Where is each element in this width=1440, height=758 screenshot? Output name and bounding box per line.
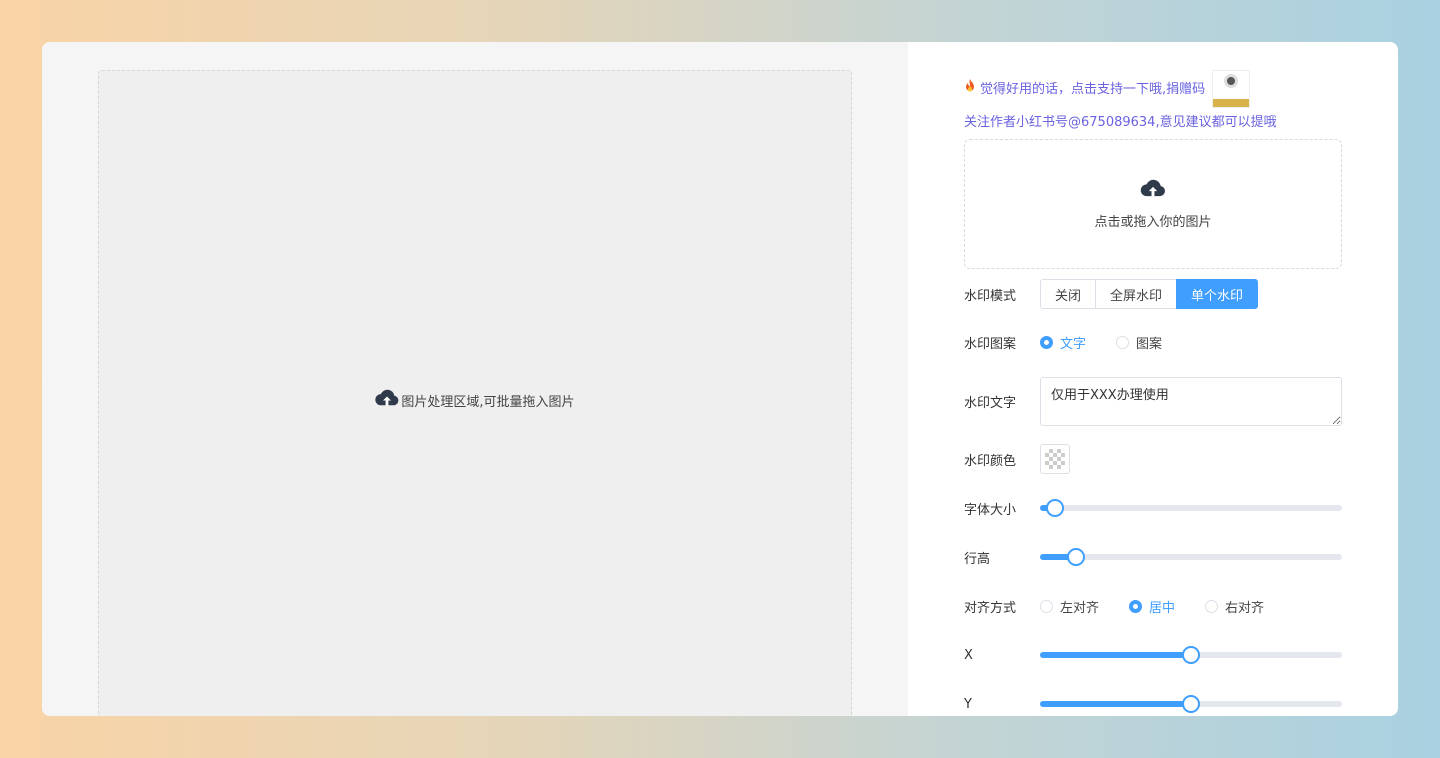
font-size-slider[interactable] [1040, 498, 1342, 518]
y-row: Y [964, 694, 1342, 714]
drop-hint-text: 图片处理区域,可批量拖入图片 [401, 394, 575, 410]
y-label: Y [964, 696, 972, 712]
donation-qr-code[interactable] [1212, 70, 1250, 108]
slider-thumb[interactable] [1067, 548, 1086, 566]
upload-dropzone[interactable]: 点击或拖入你的图片 [964, 139, 1342, 269]
slider-thumb[interactable] [1046, 499, 1065, 517]
radio-dot [1205, 600, 1219, 613]
watermark-text-input[interactable]: 仅用于XXX办理使用 [1040, 377, 1342, 426]
drop-hint: 图片处理区域,可批量拖入图片 [375, 388, 575, 412]
pattern-image-label: 图案 [1136, 337, 1163, 352]
align-label: 对齐方式 [964, 601, 1017, 616]
line-height-label: 行高 [964, 551, 991, 567]
mode-label: 水印模式 [964, 288, 1017, 304]
mode-single-button[interactable]: 单个水印 [1176, 279, 1259, 309]
fire-icon [964, 78, 976, 97]
donation-notice-text: 觉得好用的话，点击支持一下哦,捐赠码 [980, 82, 1206, 97]
cloud-upload-icon [375, 388, 399, 412]
pattern-radio-group: 文字 图案 [1040, 333, 1162, 352]
slider-thumb[interactable] [1182, 695, 1200, 713]
align-center-label: 居中 [1149, 601, 1176, 616]
align-left-label: 左对齐 [1060, 601, 1100, 616]
pattern-image-radio[interactable]: 图案 [1116, 333, 1162, 352]
radio-dot [1040, 336, 1053, 349]
color-picker[interactable] [1040, 444, 1070, 474]
donation-notice[interactable]: 觉得好用的话，点击支持一下哦,捐赠码 [964, 78, 1205, 97]
transparent-swatch [1045, 449, 1065, 469]
slider-fill [1040, 652, 1191, 658]
slider-fill [1040, 701, 1191, 707]
align-radio-group: 左对齐 居中 右对齐 [1040, 597, 1264, 616]
font-size-label: 字体大小 [964, 502, 1017, 518]
line-height-slider[interactable] [1040, 547, 1342, 567]
color-row: 水印颜色 [964, 444, 1070, 474]
x-slider[interactable] [1040, 645, 1342, 665]
align-row: 对齐方式 左对齐 居中 右对齐 [964, 597, 1264, 616]
font-size-row: 字体大小 [964, 498, 1342, 518]
line-height-row: 行高 [964, 547, 1342, 567]
preview-panel: 图片处理区域,可批量拖入图片 [42, 42, 908, 716]
x-row: X [964, 645, 1342, 665]
x-label: X [964, 647, 973, 663]
pattern-label: 水印图案 [964, 337, 1017, 352]
radio-dot [1040, 600, 1053, 613]
align-center-radio[interactable]: 居中 [1129, 597, 1175, 616]
qr-logo-icon [1224, 74, 1238, 88]
pattern-text-radio[interactable]: 文字 [1040, 333, 1086, 352]
text-row: 水印文字 仅用于XXX办理使用 [964, 377, 1342, 426]
radio-dot [1116, 336, 1130, 349]
settings-panel: 觉得好用的话，点击支持一下哦,捐赠码 关注作者小红书号@675089634,意见… [908, 42, 1398, 716]
mode-off-button[interactable]: 关闭 [1040, 279, 1097, 309]
align-left-radio[interactable]: 左对齐 [1040, 597, 1099, 616]
color-label: 水印颜色 [964, 453, 1017, 469]
qr-bar [1213, 99, 1249, 107]
align-right-radio[interactable]: 右对齐 [1205, 597, 1264, 616]
slider-track [1040, 554, 1342, 560]
upload-text: 点击或拖入你的图片 [1094, 215, 1212, 230]
cloud-upload-icon [1140, 178, 1166, 203]
image-drop-area[interactable]: 图片处理区域,可批量拖入图片 [98, 70, 852, 716]
radio-dot [1129, 600, 1143, 613]
y-slider[interactable] [1040, 694, 1342, 714]
slider-thumb[interactable] [1182, 646, 1200, 664]
watermark-app: 图片处理区域,可批量拖入图片 觉得好用的话，点击支持一下哦,捐赠码 关注作者小红… [42, 42, 1398, 716]
slider-track [1040, 505, 1342, 511]
align-right-label: 右对齐 [1225, 601, 1265, 616]
mode-button-group: 关闭 全屏水印 单个水印 [1040, 279, 1259, 309]
pattern-row: 水印图案 文字 图案 [964, 333, 1162, 352]
mode-fullscreen-button[interactable]: 全屏水印 [1095, 279, 1178, 309]
mode-row: 水印模式 关闭 全屏水印 单个水印 [964, 279, 1259, 309]
pattern-text-label: 文字 [1060, 337, 1087, 352]
author-notice: 关注作者小红书号@675089634,意见建议都可以提哦 [964, 115, 1277, 130]
text-label: 水印文字 [964, 396, 1017, 411]
